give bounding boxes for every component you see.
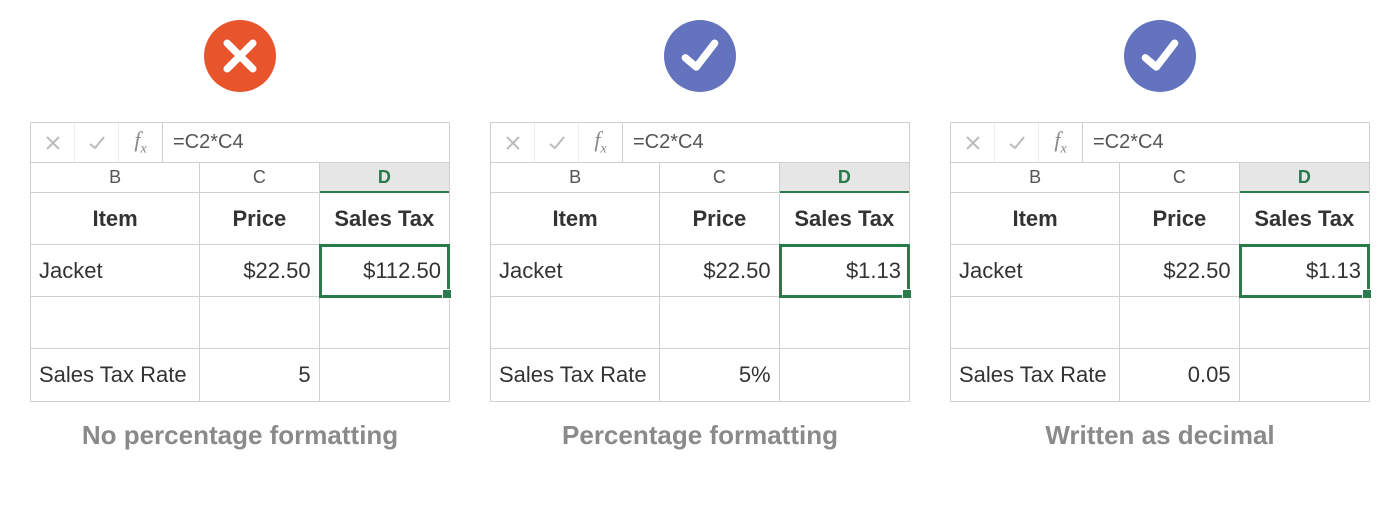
- enter-button[interactable]: [535, 123, 579, 162]
- fx-icon: fx: [1054, 127, 1066, 157]
- cell-empty[interactable]: [491, 297, 660, 349]
- x-icon: [218, 34, 262, 78]
- cell-header-tax[interactable]: Sales Tax: [320, 193, 449, 245]
- formula-input[interactable]: =C2*C4: [1083, 123, 1369, 162]
- formula-input[interactable]: =C2*C4: [623, 123, 909, 162]
- formula-input[interactable]: =C2*C4: [163, 123, 449, 162]
- cell-empty[interactable]: [1240, 297, 1369, 349]
- cell-item[interactable]: Jacket: [491, 245, 660, 297]
- example-panel: fx =C2*C4 B C D Item Price Sales Tax Jac…: [490, 20, 910, 451]
- formula-bar: fx =C2*C4: [31, 123, 449, 163]
- cell-empty[interactable]: [320, 297, 449, 349]
- spreadsheet: fx =C2*C4 B C D Item Price Sales Tax Jac…: [950, 122, 1370, 402]
- cell-empty[interactable]: [200, 297, 319, 349]
- cell-header-item[interactable]: Item: [31, 193, 200, 245]
- cell-rate-label[interactable]: Sales Tax Rate: [951, 349, 1120, 401]
- header-row: Item Price Sales Tax: [951, 193, 1369, 245]
- col-header-c[interactable]: C: [200, 163, 319, 193]
- rate-row: Sales Tax Rate 0.05: [951, 349, 1369, 401]
- cell-item[interactable]: Jacket: [31, 245, 200, 297]
- formula-bar: fx =C2*C4: [491, 123, 909, 163]
- rate-row: Sales Tax Rate 5: [31, 349, 449, 401]
- cell-header-tax[interactable]: Sales Tax: [780, 193, 909, 245]
- col-header-c[interactable]: C: [660, 163, 779, 193]
- cancel-button[interactable]: [491, 123, 535, 162]
- column-headers: B C D: [31, 163, 449, 193]
- panel-caption: No percentage formatting: [82, 420, 398, 451]
- fx-button[interactable]: fx: [1039, 123, 1083, 162]
- close-icon: [45, 135, 61, 151]
- cancel-button[interactable]: [951, 123, 995, 162]
- data-row: Jacket $22.50 $112.50: [31, 245, 449, 297]
- cell-header-item[interactable]: Item: [951, 193, 1120, 245]
- column-headers: B C D: [951, 163, 1369, 193]
- cell-header-tax[interactable]: Sales Tax: [1240, 193, 1369, 245]
- fx-button[interactable]: fx: [119, 123, 163, 162]
- cell-price[interactable]: $22.50: [1120, 245, 1239, 297]
- cell-empty[interactable]: [780, 349, 909, 401]
- cell-header-price[interactable]: Price: [200, 193, 319, 245]
- header-row: Item Price Sales Tax: [491, 193, 909, 245]
- formula-bar: fx =C2*C4: [951, 123, 1369, 163]
- fx-button[interactable]: fx: [579, 123, 623, 162]
- col-header-d[interactable]: D: [320, 163, 449, 193]
- cell-empty[interactable]: [780, 297, 909, 349]
- check-badge: [664, 20, 736, 92]
- col-header-c[interactable]: C: [1120, 163, 1239, 193]
- col-header-b[interactable]: B: [951, 163, 1120, 193]
- cell-rate-label[interactable]: Sales Tax Rate: [31, 349, 200, 401]
- col-header-d[interactable]: D: [1240, 163, 1369, 193]
- cell-price[interactable]: $22.50: [200, 245, 319, 297]
- col-header-d[interactable]: D: [780, 163, 909, 193]
- cancel-button[interactable]: [31, 123, 75, 162]
- cell-empty[interactable]: [320, 349, 449, 401]
- cell-empty[interactable]: [1240, 349, 1369, 401]
- cell-tax-selected[interactable]: $1.13: [1240, 245, 1369, 297]
- enter-button[interactable]: [75, 123, 119, 162]
- col-header-b[interactable]: B: [31, 163, 200, 193]
- panel-caption: Written as decimal: [1045, 420, 1274, 451]
- data-row: Jacket $22.50 $1.13: [491, 245, 909, 297]
- fx-icon: fx: [134, 127, 146, 157]
- cell-price[interactable]: $22.50: [660, 245, 779, 297]
- spreadsheet: fx =C2*C4 B C D Item Price Sales Tax Jac…: [490, 122, 910, 402]
- fx-icon: fx: [594, 127, 606, 157]
- empty-row: [31, 297, 449, 349]
- cell-empty[interactable]: [31, 297, 200, 349]
- check-icon: [678, 34, 722, 78]
- close-icon: [965, 135, 981, 151]
- cell-rate-label[interactable]: Sales Tax Rate: [491, 349, 660, 401]
- cell-header-item[interactable]: Item: [491, 193, 660, 245]
- cell-rate-value[interactable]: 5: [200, 349, 319, 401]
- close-icon: [505, 135, 521, 151]
- enter-button[interactable]: [995, 123, 1039, 162]
- col-header-b[interactable]: B: [491, 163, 660, 193]
- cell-empty[interactable]: [1120, 297, 1239, 349]
- cell-header-price[interactable]: Price: [660, 193, 779, 245]
- cell-item[interactable]: Jacket: [951, 245, 1120, 297]
- x-badge: [204, 20, 276, 92]
- column-headers: B C D: [491, 163, 909, 193]
- data-row: Jacket $22.50 $1.13: [951, 245, 1369, 297]
- cell-empty[interactable]: [951, 297, 1120, 349]
- cell-header-price[interactable]: Price: [1120, 193, 1239, 245]
- cell-empty[interactable]: [660, 297, 779, 349]
- cell-rate-value[interactable]: 5%: [660, 349, 779, 401]
- check-icon: [88, 134, 106, 152]
- example-panel: fx =C2*C4 B C D Item Price Sales Tax Jac…: [30, 20, 450, 451]
- check-icon: [1138, 34, 1182, 78]
- header-row: Item Price Sales Tax: [31, 193, 449, 245]
- check-icon: [1008, 134, 1026, 152]
- panel-caption: Percentage formatting: [562, 420, 838, 451]
- empty-row: [491, 297, 909, 349]
- check-badge: [1124, 20, 1196, 92]
- rate-row: Sales Tax Rate 5%: [491, 349, 909, 401]
- empty-row: [951, 297, 1369, 349]
- check-icon: [548, 134, 566, 152]
- cell-tax-selected[interactable]: $1.13: [780, 245, 909, 297]
- cell-tax-selected[interactable]: $112.50: [320, 245, 449, 297]
- spreadsheet: fx =C2*C4 B C D Item Price Sales Tax Jac…: [30, 122, 450, 402]
- cell-rate-value[interactable]: 0.05: [1120, 349, 1239, 401]
- example-panel: fx =C2*C4 B C D Item Price Sales Tax Jac…: [950, 20, 1370, 451]
